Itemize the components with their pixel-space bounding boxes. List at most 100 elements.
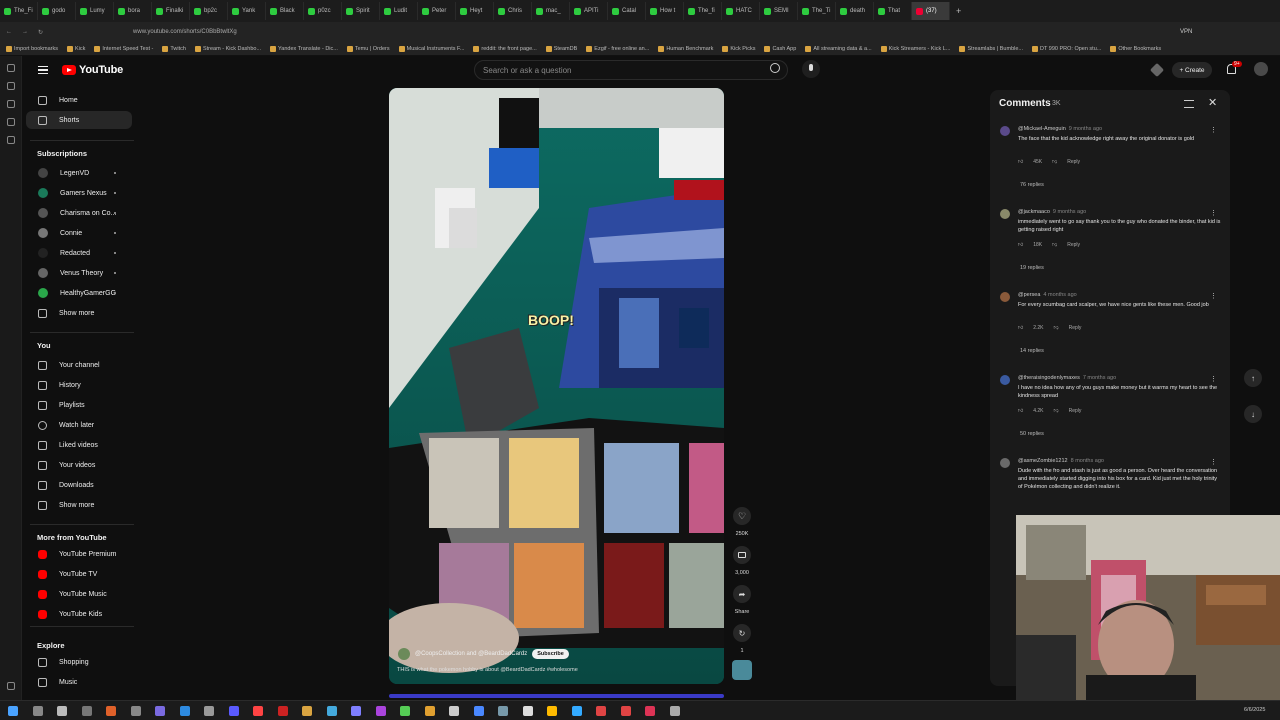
vpn-badge[interactable]: VPN	[1180, 29, 1192, 35]
bookmark-item[interactable]: Other Bookmarks	[1110, 45, 1161, 52]
thumbs-up-icon[interactable]: 👍︎	[1018, 325, 1023, 331]
thumbs-up-icon[interactable]: 👍︎	[1018, 159, 1023, 165]
comments-button[interactable]	[733, 546, 751, 564]
reply-button[interactable]: Reply	[1067, 159, 1080, 165]
extension-icon[interactable]	[1149, 62, 1165, 78]
youtube-logo[interactable]: YouTube	[62, 64, 123, 76]
sidebar-item-explore[interactable]: Music	[26, 673, 132, 691]
taskbar-app-icon[interactable]	[571, 706, 582, 716]
taskbar-app-icon[interactable]	[130, 706, 141, 716]
bookmark-item[interactable]: Temu | Orders	[346, 45, 390, 52]
avatar[interactable]	[1254, 62, 1268, 76]
sidebar-item-you[interactable]: Downloads	[26, 476, 132, 494]
more-options-icon[interactable]: ⋮	[1210, 209, 1217, 217]
taskbar-app-icon[interactable]	[351, 706, 361, 716]
browser-tab[interactable]: Catal	[608, 2, 646, 20]
subscriptions-heading[interactable]: Subscriptions	[37, 149, 87, 158]
forward-icon[interactable]: →	[22, 29, 28, 35]
taskbar-app-icon[interactable]	[81, 706, 92, 716]
sidepanel-icon[interactable]	[7, 82, 15, 90]
sidepanel-icon[interactable]	[7, 136, 15, 144]
reply-button[interactable]: Reply	[1069, 325, 1082, 331]
taskbar-app-icon[interactable]	[473, 706, 484, 716]
taskbar-app-icon[interactable]	[106, 706, 116, 716]
bookmark-item[interactable]: Ezgif - free online an...	[586, 45, 649, 52]
browser-tab[interactable]: Lumy	[76, 2, 114, 20]
view-replies-button[interactable]: 14 replies	[1020, 348, 1044, 354]
sort-icon[interactable]	[1184, 100, 1194, 108]
taskbar-app-icon[interactable]	[596, 706, 606, 716]
browser-tab[interactable]: mac_	[532, 2, 570, 20]
browser-tab[interactable]: The_fi	[684, 2, 722, 20]
comment-avatar[interactable]	[1000, 292, 1010, 302]
taskbar-app-icon[interactable]	[424, 706, 435, 716]
voice-search-button[interactable]	[802, 60, 820, 78]
sidepanel-icon[interactable]	[7, 64, 15, 72]
sidebar-item-you[interactable]: Playlists	[26, 396, 132, 414]
reply-button[interactable]: Reply	[1067, 242, 1080, 248]
taskbar-app-icon[interactable]	[620, 706, 631, 716]
subscription-item[interactable]: Charisma on Co...	[26, 204, 132, 222]
sidebar-item-more[interactable]: YouTube Premium	[26, 545, 132, 563]
subscription-item[interactable]: Gamers Nexus	[26, 184, 132, 202]
taskbar-app-icon[interactable]	[57, 706, 67, 716]
bookmark-item[interactable]: Twitch	[162, 45, 186, 52]
sidebar-item-more[interactable]: YouTube Music	[26, 585, 132, 603]
taskbar-app-icon[interactable]	[228, 706, 239, 716]
thumbs-down-icon[interactable]: 👎︎	[1054, 325, 1059, 331]
more-options-icon[interactable]: ⋮	[1210, 375, 1217, 383]
bookmark-item[interactable]: Cash App	[764, 45, 796, 52]
you-heading[interactable]: You	[37, 341, 51, 350]
more-options-icon[interactable]: ⋮	[1210, 126, 1217, 134]
browser-tab[interactable]: death	[836, 2, 874, 20]
browser-tab[interactable]: Chris	[494, 2, 532, 20]
sound-thumbnail[interactable]	[732, 660, 752, 680]
sidebar-item-you[interactable]: Show more	[26, 496, 132, 514]
sidebar-item-home[interactable]: Home	[26, 91, 132, 109]
more-options-icon[interactable]: ⋮	[1210, 458, 1217, 466]
browser-tab[interactable]: bora	[114, 2, 152, 20]
channel-avatar[interactable]	[398, 648, 410, 660]
view-replies-button[interactable]: 19 replies	[1020, 265, 1044, 271]
subscription-item[interactable]: HealthyGamerGG	[26, 284, 132, 302]
sidebar-item-you[interactable]: Liked videos	[26, 436, 132, 454]
browser-tab[interactable]: Heyt	[456, 2, 494, 20]
view-replies-button[interactable]: 50 replies	[1020, 431, 1044, 437]
search-icon[interactable]	[770, 63, 780, 73]
comment-avatar[interactable]	[1000, 209, 1010, 219]
comment-author[interactable]: @Mickael-Ameguin	[1018, 126, 1066, 132]
shorts-video-player[interactable]	[389, 88, 724, 684]
bookmark-item[interactable]: reddit: the front page...	[473, 45, 537, 52]
next-video-button[interactable]: ↓	[1244, 405, 1262, 423]
close-icon[interactable]: ✕	[1208, 96, 1217, 109]
comment-avatar[interactable]	[1000, 126, 1010, 136]
bookmark-item[interactable]: SteamDB	[545, 45, 577, 52]
share-button[interactable]: ➦	[733, 585, 751, 603]
comment-author[interactable]: @jackmaaco	[1018, 209, 1050, 215]
browser-tab[interactable]: bp2c	[190, 2, 228, 20]
taskbar-app-icon[interactable]	[253, 706, 263, 716]
comment-avatar[interactable]	[1000, 458, 1010, 468]
sidebar-item-you[interactable]: Watch later	[26, 416, 132, 434]
browser-tab[interactable]: Ludit	[380, 2, 418, 20]
browser-tab[interactable]: The_Fi	[0, 2, 38, 20]
taskbar-app-icon[interactable]	[449, 706, 459, 716]
taskbar-app-icon[interactable]	[669, 706, 680, 716]
explore-heading[interactable]: Explore	[37, 641, 65, 650]
sidepanel-icon[interactable]	[7, 100, 15, 108]
taskbar-app-icon[interactable]	[8, 706, 18, 716]
video-caption[interactable]: THIS is what the pokemon hobby is about …	[397, 667, 578, 673]
browser-tab[interactable]: HATC	[722, 2, 760, 20]
sidebar-item-explore[interactable]: Shopping	[26, 653, 132, 671]
comment-author[interactable]: @persea	[1018, 292, 1040, 298]
like-button[interactable]: ♡	[733, 507, 751, 525]
taskbar-app-icon[interactable]	[547, 706, 557, 716]
browser-tab[interactable]: Black	[266, 2, 304, 20]
taskbar-app-icon[interactable]	[302, 706, 312, 716]
thumbs-up-icon[interactable]: 👍︎	[1018, 242, 1023, 248]
bookmark-item[interactable]: Yandex Translate - Dic...	[270, 45, 338, 52]
thumbs-down-icon[interactable]: 👎︎	[1054, 408, 1059, 414]
browser-tab[interactable]: How t	[646, 2, 684, 20]
reply-button[interactable]: Reply	[1069, 408, 1082, 414]
bookmark-item[interactable]: Kick	[67, 45, 85, 52]
